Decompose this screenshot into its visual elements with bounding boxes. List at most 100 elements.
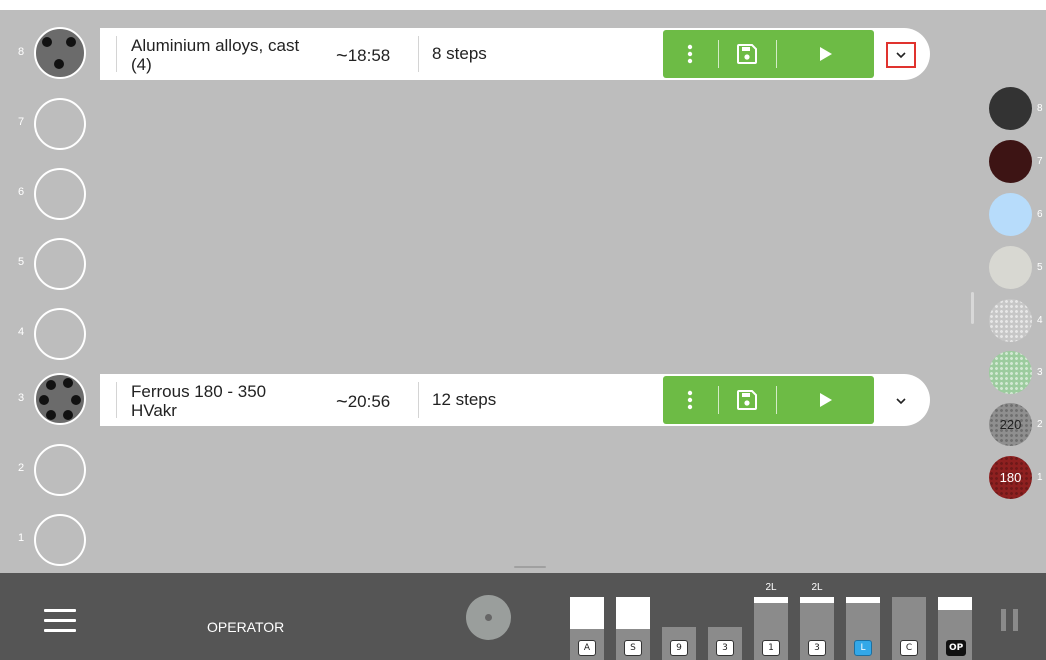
polishing-disc-swatch[interactable]: 180 <box>989 456 1032 499</box>
holder-hole <box>46 410 56 420</box>
active-disc-button[interactable] <box>466 595 511 640</box>
divider <box>418 382 419 418</box>
station-slot[interactable]: 7 <box>0 96 100 150</box>
station-number: 1 <box>18 532 25 544</box>
station-number: 2 <box>18 462 25 474</box>
polishing-disc-swatch[interactable] <box>989 87 1032 130</box>
duration-value: 18:58 <box>347 46 391 65</box>
holder-hole <box>54 59 64 69</box>
program-card[interactable]: Ferrous 180 - 350 HVakr ~20:56 12 steps <box>100 374 930 426</box>
program-duration: ~20:56 <box>336 390 390 413</box>
holder-hole <box>66 37 76 47</box>
save-icon <box>737 390 757 410</box>
play-icon <box>819 393 832 407</box>
run-program-button[interactable] <box>777 376 874 424</box>
empty-holder-slot[interactable] <box>34 168 86 220</box>
polishing-disc-swatch[interactable] <box>989 246 1032 289</box>
duration-value: 20:56 <box>347 392 391 411</box>
station-number: 7 <box>18 116 25 128</box>
reagent-tank[interactable]: 3 <box>800 597 834 660</box>
specimen-holder-icon[interactable] <box>34 373 86 425</box>
empty-holder-slot[interactable] <box>34 238 86 290</box>
polishing-disc-swatch[interactable] <box>989 140 1032 183</box>
holder-hole <box>71 395 81 405</box>
reagent-tank[interactable]: A <box>570 597 604 660</box>
save-program-button[interactable] <box>719 376 775 424</box>
station-slot[interactable]: 1 <box>0 512 100 566</box>
station-number: 3 <box>18 392 25 404</box>
reagent-tank[interactable]: 1 <box>754 597 788 660</box>
disc-grit-label: 220 <box>999 417 1022 432</box>
chevron-down-icon <box>896 397 906 404</box>
station-slot[interactable]: 2 <box>0 442 100 496</box>
more-vert-icon <box>687 44 693 64</box>
tank-label: L <box>854 640 872 656</box>
holder-hole <box>63 378 73 388</box>
reagent-tank[interactable]: 3 <box>708 627 742 660</box>
divider <box>418 36 419 72</box>
program-menu-button[interactable] <box>663 376 717 424</box>
disc-position-number: 2 <box>1037 419 1043 430</box>
empty-holder-slot[interactable] <box>34 514 86 566</box>
tank-label: OP <box>946 640 967 656</box>
bottom-bar: OPERATOR A S 9 3 1 2L 3 2L L C OP <box>0 573 1046 660</box>
bottom-panel-drag-handle[interactable] <box>514 566 546 568</box>
disc-position-number: 7 <box>1037 156 1043 167</box>
program-menu-button[interactable] <box>663 30 717 78</box>
chevron-down-icon <box>896 51 906 58</box>
hamburger-menu-icon[interactable] <box>44 609 76 633</box>
tank-label: 3 <box>808 640 826 656</box>
polishing-disc-swatch[interactable] <box>989 299 1032 342</box>
disc-position-number: 8 <box>1037 103 1043 114</box>
disc-stack-scroll-indicator[interactable] <box>971 292 974 324</box>
program-actions <box>663 376 874 424</box>
station-slot[interactable]: 8 <box>0 26 100 80</box>
station-slot[interactable]: 4 <box>0 306 100 360</box>
disc-position-number: 5 <box>1037 262 1043 273</box>
reagent-tank[interactable]: C <box>892 597 926 660</box>
tank-volume-label: 2L <box>811 582 823 593</box>
holder-hole <box>63 410 73 420</box>
station-slot[interactable]: 6 <box>0 166 100 220</box>
polishing-disc-swatch[interactable] <box>989 193 1032 236</box>
tank-label: C <box>900 640 918 656</box>
expand-program-button[interactable] <box>886 42 916 68</box>
save-icon <box>737 44 757 64</box>
empty-holder-slot[interactable] <box>34 308 86 360</box>
reagent-tank[interactable]: S <box>616 597 650 660</box>
reagent-tank[interactable]: L <box>846 597 880 660</box>
tank-fill-level <box>846 597 880 604</box>
save-program-button[interactable] <box>719 30 775 78</box>
specimen-holder-icon[interactable] <box>34 27 86 79</box>
polishing-disc-swatch[interactable]: 220 <box>989 403 1032 446</box>
station-slot[interactable]: 5 <box>0 236 100 290</box>
station-number: 6 <box>18 186 25 198</box>
station-slot[interactable]: 3 <box>0 372 100 426</box>
approx-symbol: ~ <box>336 45 348 67</box>
reagent-tank[interactable]: 9 <box>662 627 696 660</box>
empty-holder-slot[interactable] <box>34 98 86 150</box>
user-role-label: OPERATOR <box>207 619 285 635</box>
tank-fill-level <box>938 597 972 610</box>
expand-program-button[interactable] <box>886 388 916 414</box>
polishing-disc-swatch[interactable] <box>989 351 1032 394</box>
disc-position-number: 6 <box>1037 209 1043 220</box>
disc-position-number: 4 <box>1037 315 1043 326</box>
tank-label: A <box>578 640 596 656</box>
station-number: 4 <box>18 326 25 338</box>
empty-holder-slot[interactable] <box>34 444 86 496</box>
station-number: 8 <box>18 46 25 58</box>
divider <box>116 382 117 418</box>
pause-icon[interactable] <box>1001 609 1019 631</box>
program-name: Ferrous 180 - 350 HVakr <box>131 382 267 420</box>
tank-fill-level <box>754 597 788 604</box>
program-card[interactable]: Aluminium alloys, cast (4) ~18:58 8 steps <box>100 28 930 80</box>
program-actions <box>663 30 874 78</box>
program-duration: ~18:58 <box>336 44 390 67</box>
reagent-tank[interactable]: OP <box>938 597 972 660</box>
program-name: Aluminium alloys, cast (4) <box>131 36 300 74</box>
disc-grit-label: 180 <box>999 470 1022 485</box>
run-program-button[interactable] <box>777 30 874 78</box>
holder-hole <box>46 380 56 390</box>
program-steps-count: 12 steps <box>432 390 497 409</box>
